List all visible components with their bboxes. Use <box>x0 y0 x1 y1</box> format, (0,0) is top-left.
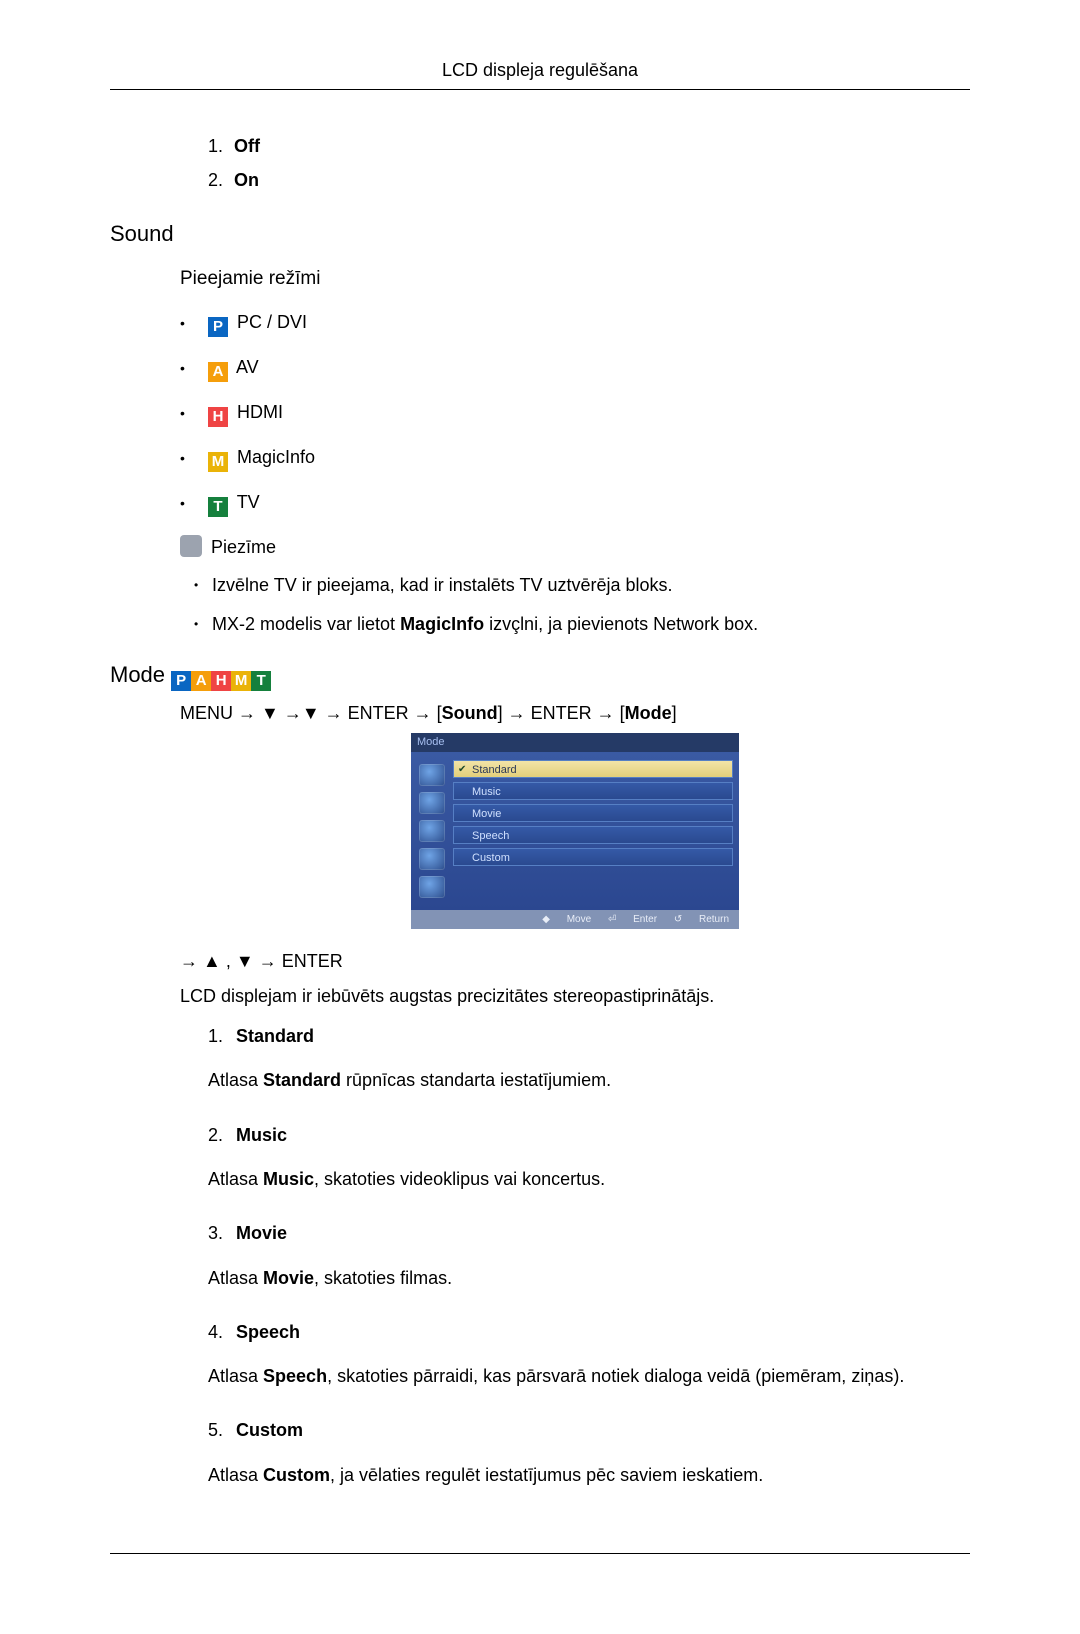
t-icon: T <box>251 671 271 691</box>
m-icon: M <box>208 452 228 472</box>
notes-list: Izvēlne TV ir pieejama, kad ir instalēts… <box>180 573 970 636</box>
header-rule <box>110 89 970 90</box>
mode-list: P PC / DVI A AV H HDMI M MagicInfo T TV <box>180 310 970 517</box>
osd-list: Standard Music Movie Speech Custom <box>453 758 733 904</box>
nav-updown: → ▲ , ▼ → ENTER <box>180 949 970 973</box>
sound-heading: Sound <box>110 219 970 249</box>
osd-footer: ◆ Move ⏎ Enter ↺ Return <box>411 910 739 930</box>
osd-side-icon <box>419 820 445 842</box>
osd-side-icon <box>419 792 445 814</box>
footer-rule <box>110 1553 970 1554</box>
osd-return: ↺ Return <box>674 914 729 925</box>
list-item: 1.Off <box>208 134 970 158</box>
list-item: A AV <box>180 355 970 382</box>
mode-descriptions: 1.Standard Atlasa Standard rūpnīcas stan… <box>180 1024 970 1487</box>
note-icon <box>180 535 202 557</box>
down-triangle-icon: ▼ →▼ <box>261 703 320 723</box>
mode-item: 1.Standard Atlasa Standard rūpnīcas stan… <box>208 1024 970 1093</box>
osd-side-icon <box>419 876 445 898</box>
note-item: MX-2 modelis var lietot MagicInfo izvçln… <box>180 612 970 636</box>
osd-item: Speech <box>453 826 733 844</box>
mode-body: LCD displejam ir iebūvēts augstas preciz… <box>180 984 970 1008</box>
osd-side-icon <box>419 848 445 870</box>
mode-item: 5.Custom Atlasa Custom, ja vēlaties regu… <box>208 1418 970 1487</box>
p-icon: P <box>171 671 191 691</box>
p-icon: P <box>208 317 228 337</box>
osd-screenshot: Mode Standard Music Movie Speech <box>180 733 970 929</box>
a-icon: A <box>208 362 228 382</box>
list-item: M MagicInfo <box>180 445 970 472</box>
up-triangle-icon: ▲ <box>203 951 221 971</box>
t-icon: T <box>208 497 228 517</box>
note-heading: Piezīme <box>180 535 970 559</box>
list-item: H HDMI <box>180 400 970 427</box>
mode-item: 4.Speech Atlasa Speech, skatoties pārrai… <box>208 1320 970 1389</box>
menu-path: MENU → ▼ →▼ → ENTER → [Sound] → ENTER → … <box>180 701 970 725</box>
osd-item: Music <box>453 782 733 800</box>
osd-item: Custom <box>453 848 733 866</box>
osd-move: ◆ Move <box>542 914 591 925</box>
h-icon: H <box>211 671 231 691</box>
list-item: P PC / DVI <box>180 310 970 337</box>
note-item: Izvēlne TV ir pieejama, kad ir instalēts… <box>180 573 970 597</box>
m-icon: M <box>231 671 251 691</box>
page-header: LCD displeja regulēšana <box>110 60 970 89</box>
osd-item: Movie <box>453 804 733 822</box>
off-on-list: 1.Off 2.On <box>180 134 970 193</box>
osd-item-selected: Standard <box>453 760 733 778</box>
mode-item: 2.Music Atlasa Music, skatoties videokli… <box>208 1123 970 1192</box>
list-item: 2.On <box>208 168 970 192</box>
osd-enter: ⏎ Enter <box>608 914 657 925</box>
list-item: T TV <box>180 490 970 517</box>
h-icon: H <box>208 407 228 427</box>
osd-title: Mode <box>411 733 739 752</box>
osd-side-icon <box>419 764 445 786</box>
mode-badges: PAHMT <box>171 662 271 687</box>
available-modes-heading: Pieejamie režīmi <box>180 266 970 292</box>
mode-heading: Mode PAHMT <box>110 660 970 691</box>
a-icon: A <box>191 671 211 691</box>
mode-item: 3.Movie Atlasa Movie, skatoties filmas. <box>208 1221 970 1290</box>
down-triangle-icon: ▼ <box>236 951 254 971</box>
osd-sidebar <box>411 758 453 904</box>
